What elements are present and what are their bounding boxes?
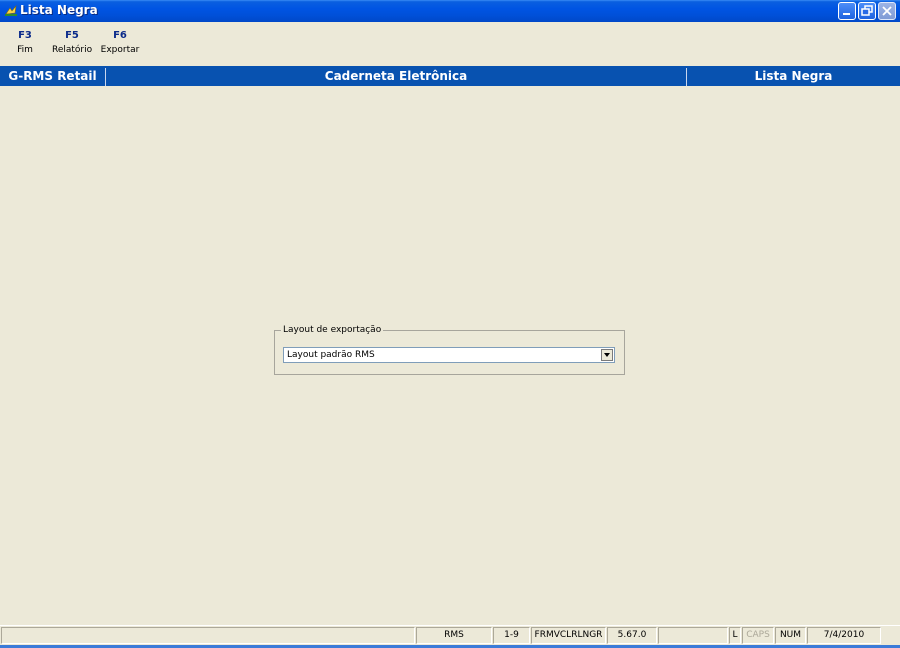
fkey-relatorio[interactable]: F5 Relatório xyxy=(52,30,92,55)
fkey-fim[interactable]: F3 Fim xyxy=(10,30,40,55)
title-bar: Lista Negra xyxy=(0,0,900,22)
export-layout-value: Layout padrão RMS xyxy=(287,350,375,360)
export-layout-group: Layout de exportação Layout padrão RMS xyxy=(274,324,625,375)
chevron-down-icon xyxy=(604,353,610,357)
fkey-label: Fim xyxy=(17,45,33,55)
close-icon xyxy=(882,6,892,16)
status-code: 1-9 xyxy=(493,627,530,644)
fkey-exportar[interactable]: F6 Exportar xyxy=(98,30,142,55)
dropdown-button[interactable] xyxy=(601,349,613,361)
status-form: FRMVCLRLNGR xyxy=(531,627,606,644)
minimize-button[interactable] xyxy=(838,2,856,20)
status-version: 5.67.0 xyxy=(607,627,657,644)
fkey-key: F5 xyxy=(65,30,79,41)
function-key-toolbar: F3 Fim F5 Relatório F6 Exportar xyxy=(0,22,900,66)
status-message-panel xyxy=(1,627,415,644)
status-num: NUM xyxy=(775,627,806,644)
window-title: Lista Negra xyxy=(20,3,98,17)
header-screen-name: Lista Negra xyxy=(754,69,833,83)
header-band: G-RMS Retail Caderneta Eletrônica Lista … xyxy=(0,66,900,86)
fkey-label: Relatório xyxy=(52,45,93,55)
header-module-name: Caderneta Eletrônica xyxy=(324,69,468,83)
fkey-key: F6 xyxy=(113,30,127,41)
app-icon[interactable] xyxy=(4,4,18,18)
export-layout-label: Layout de exportação xyxy=(281,324,384,336)
status-bar: RMS 1-9 FRMVCLRLNGR 5.67.0 L CAPS NUM 7/… xyxy=(0,625,900,646)
close-button[interactable] xyxy=(878,2,896,20)
fkey-label: Exportar xyxy=(100,45,140,55)
fkey-key: F3 xyxy=(18,30,32,41)
status-module: RMS xyxy=(416,627,492,644)
restore-button[interactable] xyxy=(858,2,876,20)
status-l: L xyxy=(729,627,741,644)
status-empty-panel xyxy=(658,627,728,644)
minimize-icon xyxy=(843,13,850,15)
status-date: 7/4/2010 xyxy=(807,627,881,644)
header-app-name: G-RMS Retail xyxy=(8,69,97,83)
status-caps: CAPS xyxy=(742,627,774,644)
export-layout-select[interactable]: Layout padrão RMS xyxy=(283,347,615,363)
restore-icon xyxy=(861,5,873,16)
